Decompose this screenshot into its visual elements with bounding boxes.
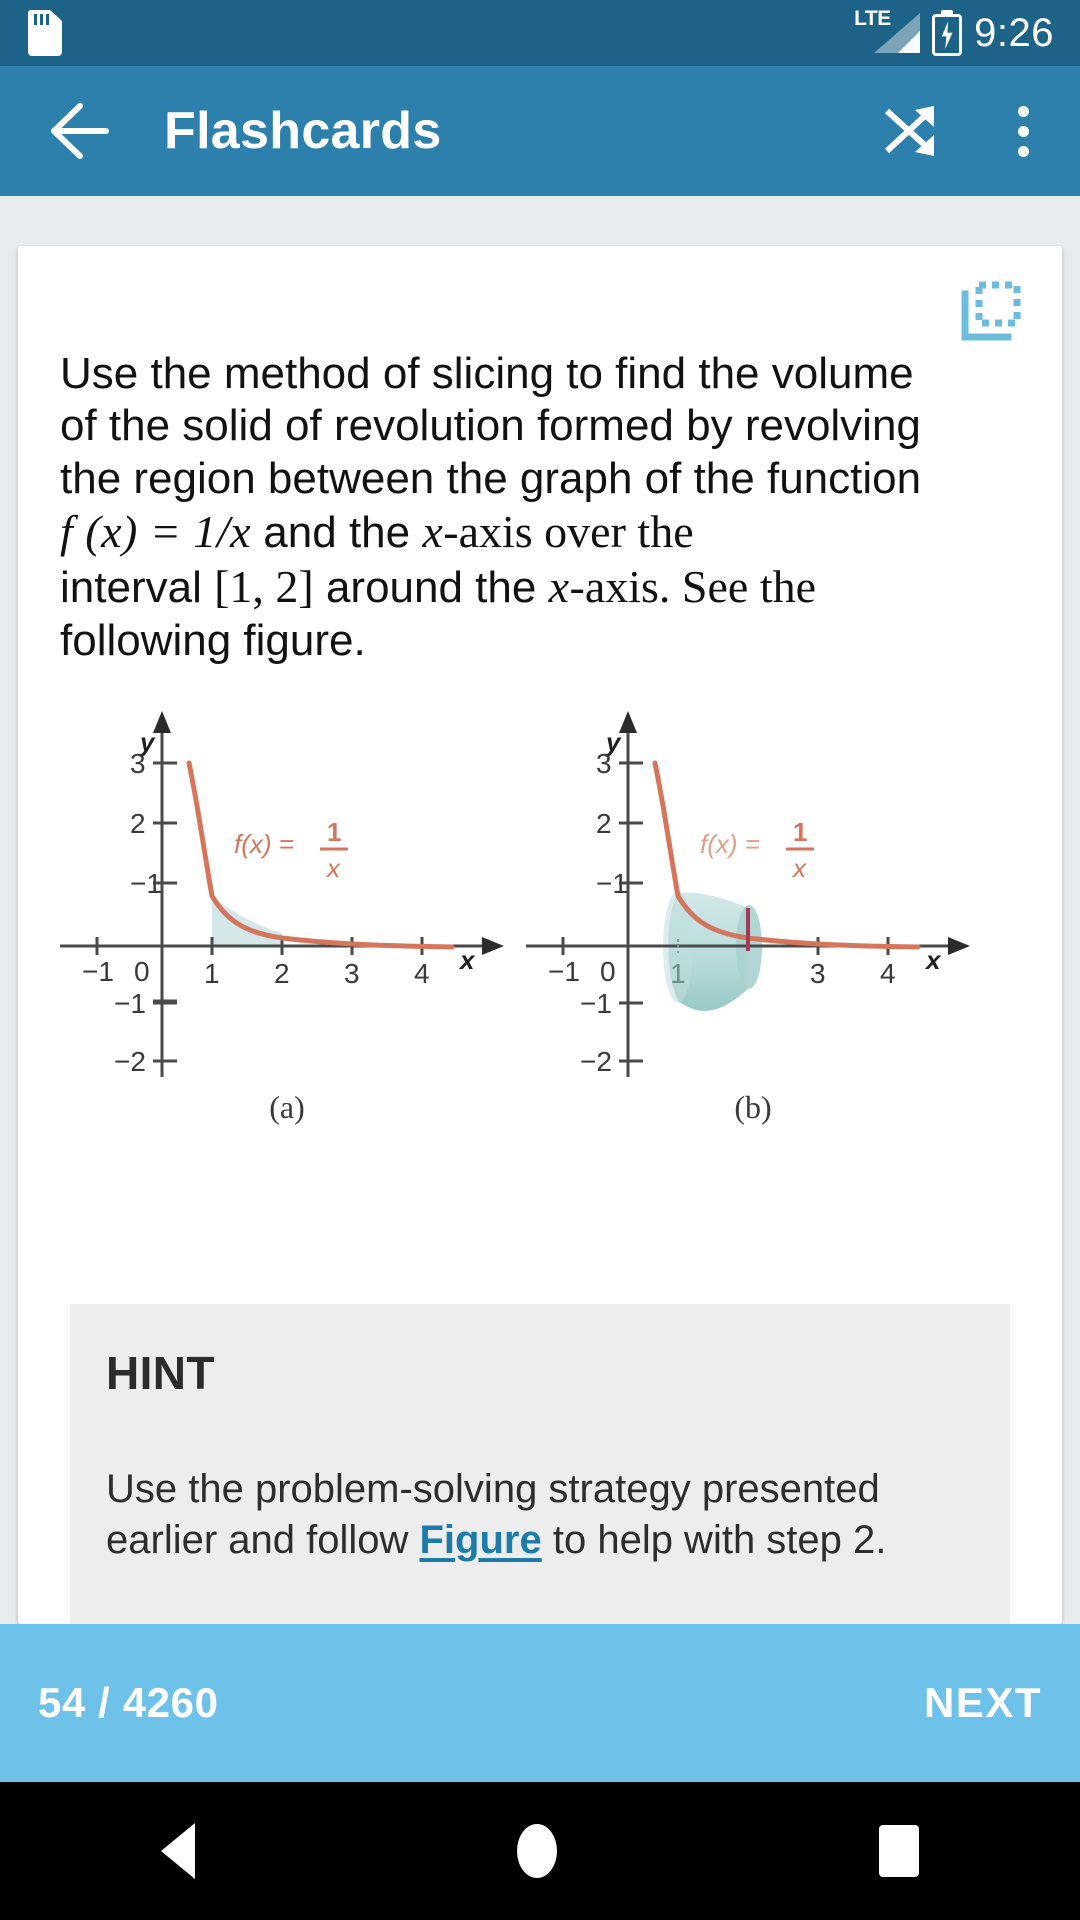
svg-text:0: 0 — [600, 956, 616, 987]
figure-caption-a: (a) — [269, 1088, 305, 1125]
copy-dashed-icon[interactable] — [960, 280, 1022, 342]
nav-home-circle-icon[interactable] — [517, 1824, 557, 1878]
status-clock: 9:26 — [974, 11, 1054, 55]
svg-text:1: 1 — [327, 817, 341, 847]
hint-title: HINT — [106, 1347, 215, 1399]
status-indicators: LTE 9:26 — [854, 8, 1054, 56]
svg-text:−1: −1 — [114, 988, 146, 1019]
svg-text:−1: −1 — [130, 868, 162, 899]
question-line5-post: -axis. See the — [569, 560, 817, 612]
card-toolbar — [18, 246, 1062, 342]
svg-text:4: 4 — [414, 958, 430, 989]
svg-text:x: x — [325, 853, 341, 883]
x-axis-symbol-1: x — [422, 506, 444, 558]
svg-text:1: 1 — [204, 958, 220, 989]
question-line5-pre: interval — [60, 562, 215, 612]
function-expression: f (x) = 1/x — [60, 506, 252, 558]
interval-notation: [1, 2] — [214, 560, 314, 612]
figure-panel-a: y x −1 0 1 2 3 4 3 2 −1 −1 −2 f(x) = 1 x — [60, 710, 504, 1077]
question-mid-2: -axis over the — [443, 506, 694, 558]
svg-text:0: 0 — [134, 956, 150, 987]
svg-text:2: 2 — [274, 958, 290, 989]
page-title: Flashcards — [164, 102, 442, 160]
figure-link[interactable]: Figure — [420, 1518, 542, 1562]
next-button[interactable]: NEXT — [924, 1679, 1042, 1727]
svg-text:f(x) =: f(x) = — [700, 829, 760, 859]
svg-text:−2: −2 — [580, 1046, 612, 1077]
action-bar: Flashcards — [0, 66, 1080, 196]
network-indicator: LTE — [854, 8, 921, 56]
svg-text:x: x — [791, 853, 807, 883]
flashcards-screen: LTE 9:26 Flashcards Use the method of sl… — [0, 0, 1080, 1920]
question-mid-1: and the — [251, 508, 423, 558]
svg-text:−1: −1 — [82, 956, 114, 987]
svg-text:3: 3 — [596, 748, 612, 779]
svg-text:2: 2 — [596, 808, 612, 839]
action-bar-actions — [882, 101, 1046, 161]
svg-text:4: 4 — [880, 958, 896, 989]
question-line-3: the region between the graph of the func… — [60, 453, 922, 503]
svg-text:2: 2 — [130, 808, 146, 839]
sd-card-icon — [28, 10, 62, 56]
question-text: Use the method of slicing to find the vo… — [60, 348, 1020, 667]
svg-text:3: 3 — [810, 958, 826, 989]
svg-text:−1: −1 — [548, 956, 580, 987]
nav-back-triangle-icon[interactable] — [161, 1823, 195, 1879]
svg-text:1: 1 — [670, 958, 686, 989]
question-line-4: f (x) = 1/x and the x-axis over the — [60, 505, 1020, 560]
hint-panel: HINT Use the problem-solving strategy pr… — [70, 1304, 1010, 1624]
question-line-2: of the solid of revolution formed by rev… — [60, 401, 921, 451]
card-counter: 54 / 4260 — [38, 1679, 219, 1726]
svg-text:3: 3 — [344, 958, 360, 989]
more-vertical-icon[interactable] — [1000, 101, 1046, 161]
flashcard: Use the method of slicing to find the vo… — [18, 246, 1062, 1624]
signal-bars-icon — [874, 13, 921, 53]
arrow-left-icon[interactable] — [44, 96, 114, 166]
svg-text:f(x) =: f(x) = — [234, 829, 294, 859]
nav-recents-square-icon[interactable] — [879, 1825, 919, 1877]
status-bar: LTE 9:26 — [0, 0, 1080, 66]
svg-text:3: 3 — [130, 748, 146, 779]
figure-panel-b: y x −1 0 1 3 4 3 2 −1 −1 −2 f(x) = 1 x — [526, 710, 970, 1077]
figure-caption-b: (b) — [734, 1088, 772, 1125]
shuffle-icon[interactable] — [882, 101, 942, 161]
system-nav-bar — [0, 1782, 1080, 1920]
hint-body-post: to help with step 2. — [541, 1518, 887, 1563]
svg-text:−1: −1 — [580, 988, 612, 1019]
battery-charging-icon — [932, 10, 963, 56]
x-axis-symbol-2: x — [548, 560, 570, 612]
hint-body: Use the problem-solving strategy present… — [106, 1464, 974, 1566]
svg-text:1: 1 — [793, 817, 807, 847]
question-line-1: Use the method of slicing to find the vo… — [60, 349, 914, 398]
figure: y x −1 0 1 2 3 4 3 2 −1 −1 −2 f(x) = 1 x — [18, 701, 1062, 1131]
question-line-5: interval [1, 2] around the x-axis. See t… — [60, 560, 1020, 615]
svg-text:−2: −2 — [114, 1046, 146, 1077]
question-line-6: following figure. — [60, 615, 366, 665]
svg-text:−1: −1 — [596, 868, 628, 899]
question-line5-mid: around the — [313, 562, 549, 612]
svg-text:x: x — [458, 945, 476, 975]
svg-text:x: x — [924, 945, 942, 975]
bottom-bar: 54 / 4260 NEXT — [0, 1624, 1080, 1782]
